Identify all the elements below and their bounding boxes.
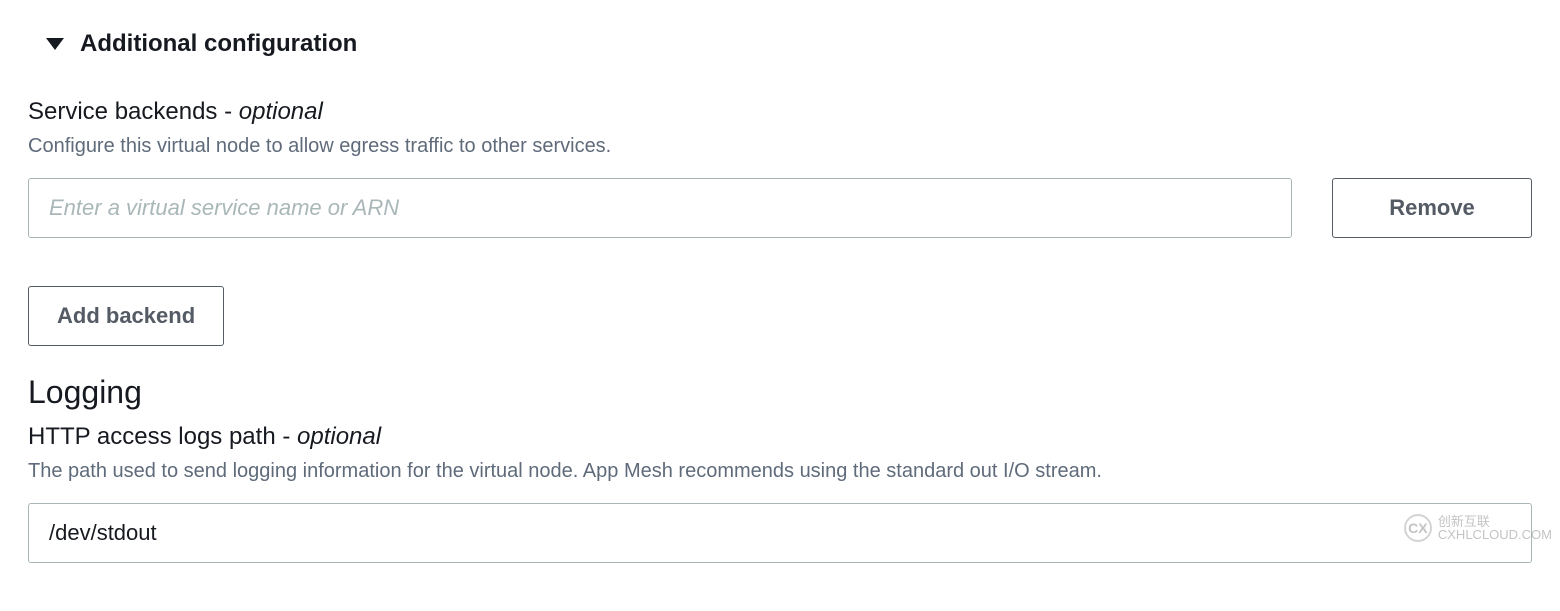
- add-backend-button[interactable]: Add backend: [28, 286, 224, 346]
- watermark-text-bottom: CXHLCLOUD.COM: [1438, 528, 1552, 541]
- logging-path-description: The path used to send logging informatio…: [28, 457, 1532, 485]
- label-text: Service backends -: [28, 98, 239, 125]
- watermark-text-wrap: 创新互联 CXHLCLOUD.COM: [1438, 515, 1552, 541]
- optional-text: optional: [239, 98, 323, 125]
- backend-service-input[interactable]: [28, 178, 1292, 238]
- logging-path-input[interactable]: [28, 503, 1532, 563]
- additional-configuration-expander[interactable]: Additional configuration: [46, 30, 1532, 58]
- caret-down-icon: [46, 38, 64, 50]
- service-backends-label: Service backends - optional: [28, 98, 1532, 126]
- service-backends-group: Service backends - optional Configure th…: [28, 98, 1532, 346]
- logging-path-label: HTTP access logs path - optional: [28, 423, 1532, 451]
- remove-backend-button[interactable]: Remove: [1332, 178, 1532, 238]
- optional-text: optional: [297, 423, 381, 450]
- watermark: CX 创新互联 CXHLCLOUD.COM: [1404, 514, 1552, 542]
- label-text: HTTP access logs path -: [28, 423, 297, 450]
- backend-input-row: Remove: [28, 178, 1532, 238]
- logging-group: HTTP access logs path - optional The pat…: [28, 423, 1532, 563]
- expander-title: Additional configuration: [80, 30, 357, 58]
- service-backends-description: Configure this virtual node to allow egr…: [28, 132, 1532, 160]
- watermark-icon: CX: [1404, 514, 1432, 542]
- logging-heading: Logging: [28, 374, 1532, 411]
